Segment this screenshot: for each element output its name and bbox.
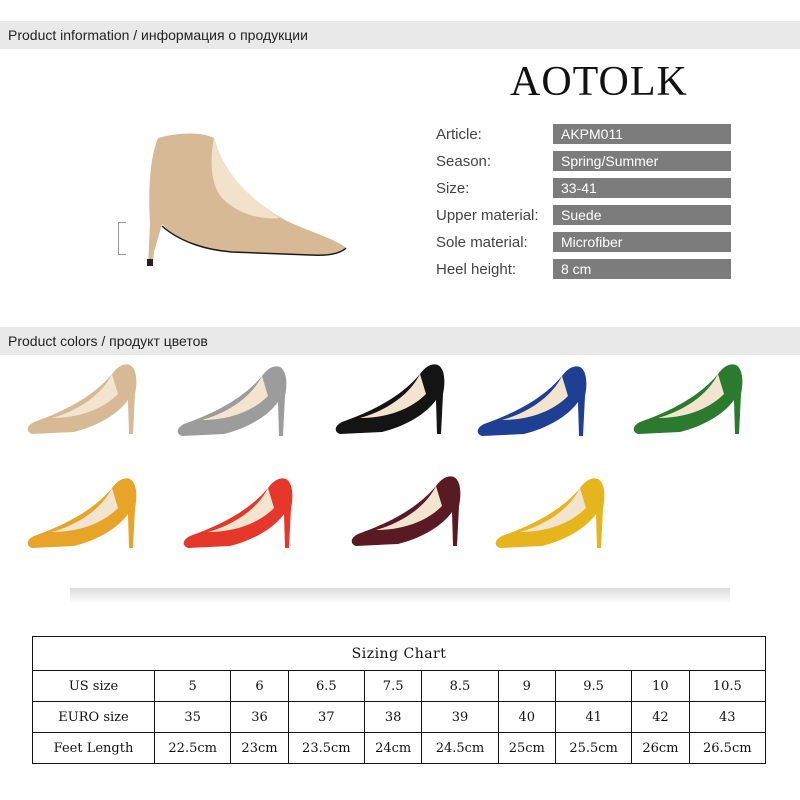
sizing-chart-title-row: Sizing Chart: [32, 636, 766, 671]
table-cell: 5: [153, 670, 232, 702]
spec-value: 8 cm: [553, 259, 731, 279]
row-header-feet-length: Feet Length: [32, 732, 155, 764]
row-header-euro-size: EURO size: [32, 701, 155, 733]
table-cell: 24.5cm: [421, 732, 499, 764]
table-cell: 9.5: [554, 670, 633, 702]
table-cell: 10.5: [688, 670, 767, 702]
table-cell: 23cm: [230, 732, 289, 764]
shoe-variant-yellow: [495, 478, 605, 548]
table-cell: 37: [287, 701, 366, 733]
sizing-chart-table: Sizing Chart US size 5 6 6.5 7.5 8.5 9 9…: [32, 636, 767, 764]
table-cell: 25cm: [497, 732, 556, 764]
row-header-us-size: US size: [32, 670, 155, 702]
table-cell: 25.5cm: [554, 732, 633, 764]
sizing-chart-title: Sizing Chart: [32, 636, 766, 671]
spec-label: Season:: [436, 153, 492, 170]
spec-row-season: Season: Spring/Summer: [436, 151, 736, 173]
divider-shadow: [70, 588, 730, 604]
table-cell: 35: [153, 701, 232, 733]
shoe-variant-wine: [351, 476, 461, 546]
spec-label: Heel height:: [436, 261, 517, 278]
spec-value: AKPM011: [553, 124, 731, 144]
table-cell: 6: [230, 670, 289, 702]
table-cell: 22.5cm: [153, 732, 232, 764]
table-cell: 42: [631, 701, 690, 733]
table-cell: 9: [497, 670, 556, 702]
spec-row-heel-height: Heel height: 8 cm: [436, 259, 736, 281]
table-cell: 40: [497, 701, 556, 733]
spec-label: Size:: [436, 180, 470, 197]
spec-label: Sole material:: [436, 234, 528, 251]
table-cell: 23.5cm: [287, 732, 366, 764]
shoe-variant-blue: [477, 366, 587, 436]
table-cell: 43: [688, 701, 767, 733]
product-info-title: Product information / информация о проду…: [8, 27, 308, 43]
product-info-header: Product information / информация о проду…: [0, 21, 800, 49]
hero-shoe-image: [147, 133, 347, 266]
spec-label: Article:: [436, 126, 482, 143]
spec-value: Spring/Summer: [553, 151, 731, 171]
table-cell: 6.5: [287, 670, 366, 702]
table-row: Feet Length 22.5cm 23cm 23.5cm 24cm 24.5…: [32, 732, 767, 764]
spec-label: Upper material:: [436, 207, 539, 224]
table-cell: 8.5: [421, 670, 499, 702]
spec-value: Microfiber: [553, 232, 731, 252]
product-colors-header: Product colors / продукт цветов: [0, 327, 800, 355]
spec-value: 33-41: [553, 178, 731, 198]
shoe-variant-gray: [177, 366, 287, 436]
shoe-variant-beige: [27, 364, 137, 434]
shoe-variant-orange: [27, 478, 137, 548]
spec-value: Suede: [553, 205, 731, 225]
brand-name: AOTOLK: [510, 59, 688, 105]
table-cell: 26cm: [631, 732, 690, 764]
spec-row-size: Size: 33-41: [436, 178, 736, 200]
table-cell: 10: [631, 670, 690, 702]
table-cell: 7.5: [364, 670, 423, 702]
heel-tip: [147, 259, 153, 266]
spec-row-upper-material: Upper material: Suede: [436, 205, 736, 227]
table-cell: 41: [554, 701, 633, 733]
table-cell: 39: [421, 701, 499, 733]
table-cell: 38: [364, 701, 423, 733]
table-cell: 26.5cm: [688, 732, 767, 764]
spec-row-sole-material: Sole material: Microfiber: [436, 232, 736, 254]
shoe-variant-green: [633, 364, 743, 434]
spec-row-article: Article: AKPM011: [436, 124, 736, 146]
table-cell: 36: [230, 701, 289, 733]
table-cell: 24cm: [364, 732, 423, 764]
table-row: US size 5 6 6.5 7.5 8.5 9 9.5 10 10.5: [32, 670, 767, 702]
shoe-variant-black: [335, 364, 445, 434]
shoe-variant-red: [183, 478, 293, 548]
product-colors-title: Product colors / продукт цветов: [8, 333, 208, 349]
table-row: EURO size 35 36 37 38 39 40 41 42 43: [32, 701, 767, 733]
